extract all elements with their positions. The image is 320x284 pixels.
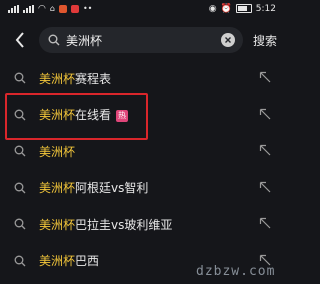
close-icon bbox=[225, 37, 231, 43]
suggestion-keyword: 美洲杯 bbox=[39, 217, 76, 232]
fill-query-arrow-icon[interactable] bbox=[259, 71, 271, 83]
search-icon bbox=[14, 145, 26, 157]
fill-query-arrow-icon[interactable] bbox=[259, 217, 271, 229]
suggestion-text: 美洲杯 bbox=[39, 143, 75, 160]
eye-icon: ◉ bbox=[208, 3, 217, 14]
suggestion-keyword: 美洲杯 bbox=[39, 71, 76, 86]
alarm-icon: ⏰ bbox=[220, 3, 232, 14]
battery-icon bbox=[235, 4, 252, 13]
suggestion-keyword: 美洲杯 bbox=[39, 181, 76, 196]
suggestion-text: 美洲杯巴西 bbox=[39, 252, 99, 269]
hot-badge: 热 bbox=[116, 110, 129, 123]
search-input[interactable] bbox=[66, 33, 216, 47]
suggestion-keyword: 美洲杯 bbox=[39, 144, 76, 159]
notification-app-icon bbox=[58, 4, 67, 13]
signal2-icon bbox=[23, 4, 34, 13]
search-icon bbox=[14, 218, 26, 230]
status-right: ◉ ⏰ 5:12 bbox=[209, 4, 276, 14]
suggestion-text: 美洲杯阿根廷vs智利 bbox=[39, 179, 148, 196]
status-bar: ◠ ⌂ •• ◉ ⏰ 5:12 bbox=[0, 0, 286, 17]
suggestion-list: 美洲杯赛程表 美洲杯在线看热 美洲杯 美洲杯阿根廷vs智利 美洲杯巴拉圭vs玻利… bbox=[0, 60, 286, 279]
clear-button[interactable] bbox=[221, 33, 235, 47]
suggestion-item[interactable]: 美洲杯阿根廷vs智利 bbox=[0, 170, 286, 207]
suggestion-text: 美洲杯巴拉圭vs玻利维亚 bbox=[39, 216, 172, 233]
search-box[interactable] bbox=[39, 27, 243, 53]
status-left: ◠ ⌂ •• bbox=[8, 4, 92, 14]
usb-icon: ⌂ bbox=[49, 4, 55, 13]
wifi-icon: ◠ bbox=[38, 3, 46, 14]
search-bar: 搜索 bbox=[0, 25, 286, 55]
suggestion-rest: 在线看 bbox=[75, 108, 112, 123]
notification-app2-icon bbox=[70, 4, 79, 13]
suggestion-rest: 阿根廷vs智利 bbox=[75, 181, 149, 196]
search-icon bbox=[14, 182, 26, 194]
signal-icon bbox=[8, 4, 19, 13]
search-icon bbox=[14, 72, 26, 84]
fill-query-arrow-icon[interactable] bbox=[259, 144, 271, 156]
suggestion-item[interactable]: 美洲杯赛程表 bbox=[0, 60, 286, 97]
suggestion-keyword: 美洲杯 bbox=[39, 254, 76, 269]
fill-query-arrow-icon[interactable] bbox=[259, 181, 271, 193]
suggestion-item[interactable]: 美洲杯巴拉圭vs玻利维亚 bbox=[0, 206, 286, 243]
suggestion-item[interactable]: 美洲杯在线看热 bbox=[0, 97, 286, 134]
suggestion-rest: 巴拉圭vs玻利维亚 bbox=[75, 217, 173, 232]
fill-query-arrow-icon[interactable] bbox=[259, 108, 271, 120]
suggestion-rest: 赛程表 bbox=[75, 71, 112, 86]
back-button[interactable] bbox=[10, 28, 30, 52]
suggestion-item[interactable]: 美洲杯 bbox=[0, 133, 286, 170]
search-button[interactable]: 搜索 bbox=[253, 32, 277, 49]
suggestion-text: 美洲杯在线看热 bbox=[39, 106, 129, 123]
watermark: dzbzw.com bbox=[196, 264, 276, 279]
search-icon bbox=[14, 109, 26, 121]
suggestion-rest: 巴西 bbox=[75, 254, 100, 269]
status-time: 5:12 bbox=[255, 3, 276, 14]
more-notifications-icon: •• bbox=[82, 4, 93, 13]
back-arrow-icon bbox=[15, 32, 24, 48]
suggestion-keyword: 美洲杯 bbox=[39, 108, 76, 123]
suggestion-text: 美洲杯赛程表 bbox=[39, 70, 111, 87]
search-icon bbox=[48, 34, 60, 46]
search-icon bbox=[14, 255, 26, 267]
